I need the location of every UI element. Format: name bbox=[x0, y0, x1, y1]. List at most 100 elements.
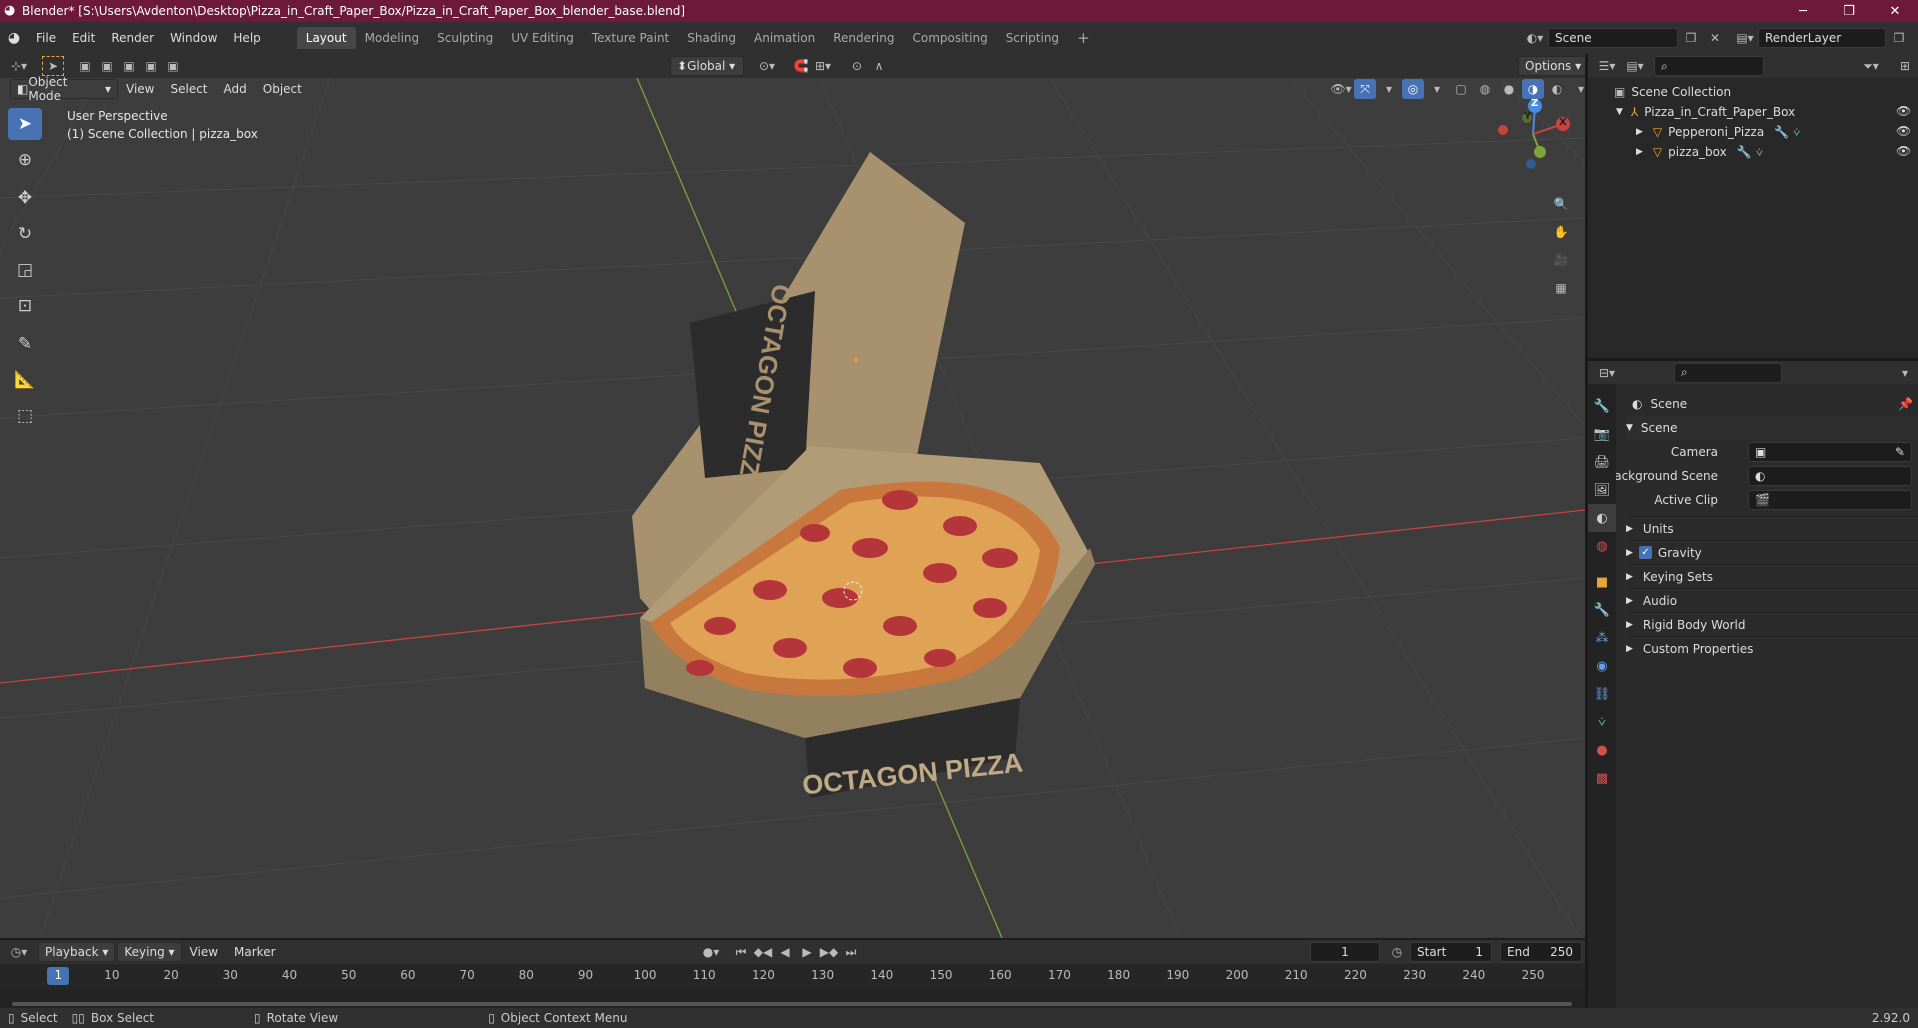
overlay-dropdown-icon[interactable]: ▾ bbox=[1426, 79, 1448, 99]
modifier-tab-icon[interactable]: 🔧 bbox=[1588, 596, 1616, 624]
material-tab-icon[interactable]: ● bbox=[1588, 736, 1616, 764]
object-tab-icon[interactable]: ■ bbox=[1588, 568, 1616, 596]
menu-edit[interactable]: Edit bbox=[64, 27, 103, 49]
rendered-shading-icon[interactable]: ◐ bbox=[1546, 79, 1568, 99]
measure-tool-icon[interactable]: 📐 bbox=[8, 364, 42, 396]
menu-render[interactable]: Render bbox=[103, 27, 162, 49]
transform-orientation-dropdown[interactable]: ⬍ Global ▾ bbox=[670, 56, 744, 76]
current-frame-field[interactable]: 1 bbox=[1310, 942, 1380, 962]
visibility-icon[interactable]: 👁▾ bbox=[1330, 79, 1352, 99]
jump-start-icon[interactable]: ⏮ bbox=[730, 942, 752, 962]
menu-help[interactable]: Help bbox=[225, 27, 268, 49]
timeline-area[interactable] bbox=[0, 990, 1585, 1008]
output-tab-icon[interactable]: 🖨 bbox=[1588, 448, 1616, 476]
physics-tab-icon[interactable]: ◉ bbox=[1588, 652, 1616, 680]
minimize-button[interactable]: ─ bbox=[1780, 0, 1826, 22]
outliner-root[interactable]: ▣ Scene Collection bbox=[1588, 82, 1918, 102]
menu-file[interactable]: File bbox=[28, 27, 64, 49]
blender-menu-icon[interactable]: ◕ bbox=[0, 30, 28, 46]
subpanel-custom-properties[interactable]: ▶ Custom Properties bbox=[1626, 636, 1918, 660]
timeline-ruler[interactable]: 1 10 20 30 40 50 60 70 80 90 100 110 120 130 140 150 160… bbox=[0, 964, 1585, 990]
ortho-toggle-icon[interactable]: ▦ bbox=[1550, 278, 1572, 298]
subpanel-audio[interactable]: ▶ Audio bbox=[1626, 588, 1918, 612]
copy-scene-icon[interactable]: ❐ bbox=[1680, 28, 1702, 48]
prev-keyframe-icon[interactable]: ◆◀ bbox=[752, 942, 774, 962]
add-cube-tool-icon[interactable]: ⬚ bbox=[8, 400, 42, 432]
scene-tab-icon[interactable]: ◐ bbox=[1588, 504, 1616, 532]
timeline-view-menu[interactable]: View bbox=[182, 941, 226, 963]
viewport-menu-object[interactable]: Object bbox=[255, 78, 310, 100]
remove-layer-icon[interactable]: ✕ bbox=[1912, 28, 1918, 48]
remove-scene-icon[interactable]: ✕ bbox=[1704, 28, 1726, 48]
outliner-editor-icon[interactable]: ☰▾ bbox=[1596, 56, 1618, 76]
background-scene-field[interactable]: ◐ bbox=[1748, 466, 1912, 486]
tool-tab-icon[interactable]: 🔧 bbox=[1588, 392, 1616, 420]
eye-icon[interactable]: 👁 bbox=[1896, 124, 1911, 138]
move-tool-icon[interactable]: ✥ bbox=[8, 182, 42, 214]
xray-icon[interactable]: ▢ bbox=[1450, 79, 1472, 99]
texture-tab-icon[interactable]: ▩ bbox=[1588, 764, 1616, 792]
gizmo-toggle-icon[interactable]: ⤧ bbox=[1354, 79, 1376, 99]
data-tab-icon[interactable]: ⩒ bbox=[1588, 708, 1616, 736]
snap-icon[interactable]: 🧲 bbox=[790, 56, 812, 76]
select-tool-icon[interactable]: ➤ bbox=[42, 56, 64, 76]
tab-compositing[interactable]: Compositing bbox=[903, 27, 996, 49]
wireframe-shading-icon[interactable]: ◍ bbox=[1474, 79, 1496, 99]
zoom-icon[interactable]: 🔍 bbox=[1550, 194, 1572, 214]
eye-icon[interactable]: 👁 bbox=[1896, 104, 1911, 118]
jump-end-icon[interactable]: ⏭ bbox=[840, 942, 862, 962]
menu-window[interactable]: Window bbox=[162, 27, 225, 49]
view-layer-tab-icon[interactable]: 🖼 bbox=[1588, 476, 1616, 504]
scale-tool-icon[interactable]: ◲ bbox=[8, 254, 42, 286]
mode-dropdown[interactable]: ◧ Object Mode ▾ bbox=[10, 75, 118, 103]
gizmo-dropdown-icon[interactable]: ▾ bbox=[1378, 79, 1400, 99]
select-invert-icon[interactable]: ▣ bbox=[140, 56, 162, 76]
render-tab-icon[interactable]: 📷 bbox=[1588, 420, 1616, 448]
record-icon[interactable]: ●▾ bbox=[700, 942, 722, 962]
cursor-tool-icon[interactable]: ⊕ bbox=[8, 144, 42, 176]
shading-dropdown-icon[interactable]: ▾ bbox=[1570, 79, 1592, 99]
tab-shading[interactable]: Shading bbox=[678, 27, 745, 49]
tab-modeling[interactable]: Modeling bbox=[356, 27, 429, 49]
scene-panel-header[interactable]: ▼ Scene bbox=[1626, 416, 1918, 440]
play-icon[interactable]: ▶ bbox=[796, 942, 818, 962]
tab-layout[interactable]: Layout bbox=[296, 27, 356, 49]
tab-uv-editing[interactable]: UV Editing bbox=[502, 27, 583, 49]
timeline-editor-icon[interactable]: ◷▾ bbox=[8, 942, 30, 962]
subpanel-keying-sets[interactable]: ▶ Keying Sets bbox=[1626, 564, 1918, 588]
pivot-icon[interactable]: ⊙▾ bbox=[756, 56, 778, 76]
select-box-tool-icon[interactable]: ➤ bbox=[8, 108, 42, 140]
annotate-tool-icon[interactable]: ✎ bbox=[8, 328, 42, 360]
constraints-tab-icon[interactable]: ⛓ bbox=[1588, 680, 1616, 708]
select-new-icon[interactable]: ▣ bbox=[74, 56, 96, 76]
properties-search-input[interactable]: ⌕ bbox=[1674, 362, 1782, 383]
outliner-item[interactable]: ▶ ▽ Pepperoni_Pizza 🔧 ⩒ 👁 bbox=[1588, 122, 1918, 142]
outliner-search-input[interactable]: ⌕ bbox=[1654, 56, 1764, 76]
eye-icon[interactable]: 👁 bbox=[1896, 144, 1911, 158]
viewport-menu-add[interactable]: Add bbox=[216, 78, 255, 100]
world-tab-icon[interactable]: ◍ bbox=[1588, 532, 1616, 560]
gravity-checkbox[interactable]: ✓ bbox=[1638, 546, 1652, 559]
timeline-marker-menu[interactable]: Marker bbox=[226, 941, 283, 963]
end-frame-field[interactable]: End 250 bbox=[1500, 942, 1582, 962]
editor-type-icon[interactable]: ⊹▾ bbox=[8, 56, 30, 76]
display-mode-icon[interactable]: ▤▾ bbox=[1624, 56, 1646, 76]
viewport-menu-view[interactable]: View bbox=[118, 78, 162, 100]
tab-scripting[interactable]: Scripting bbox=[997, 27, 1068, 49]
subpanel-gravity[interactable]: ▶ ✓ Gravity bbox=[1626, 540, 1918, 564]
close-button[interactable]: ✕ bbox=[1872, 0, 1918, 22]
filter-icon[interactable]: ⏷▾ bbox=[1860, 56, 1882, 76]
falloff-icon[interactable]: ∧ bbox=[868, 56, 890, 76]
next-keyframe-icon[interactable]: ▶◆ bbox=[818, 942, 840, 962]
viewport-menu-select[interactable]: Select bbox=[162, 78, 215, 100]
snap-target-icon[interactable]: ⊞▾ bbox=[812, 56, 834, 76]
camera-view-icon[interactable]: 🎥 bbox=[1550, 250, 1572, 270]
transform-tool-icon[interactable]: ⊡ bbox=[8, 290, 42, 322]
select-intersect-icon[interactable]: ▣ bbox=[162, 56, 184, 76]
subpanel-units[interactable]: ▶ Units bbox=[1626, 516, 1918, 540]
outliner-item[interactable]: ▼ ⅄ Pizza_in_Craft_Paper_Box 👁 bbox=[1588, 102, 1918, 122]
tab-animation[interactable]: Animation bbox=[745, 27, 824, 49]
tab-texture-paint[interactable]: Texture Paint bbox=[583, 27, 678, 49]
play-reverse-icon[interactable]: ◀ bbox=[774, 942, 796, 962]
eyedropper-icon[interactable]: ✎ bbox=[1895, 445, 1905, 459]
